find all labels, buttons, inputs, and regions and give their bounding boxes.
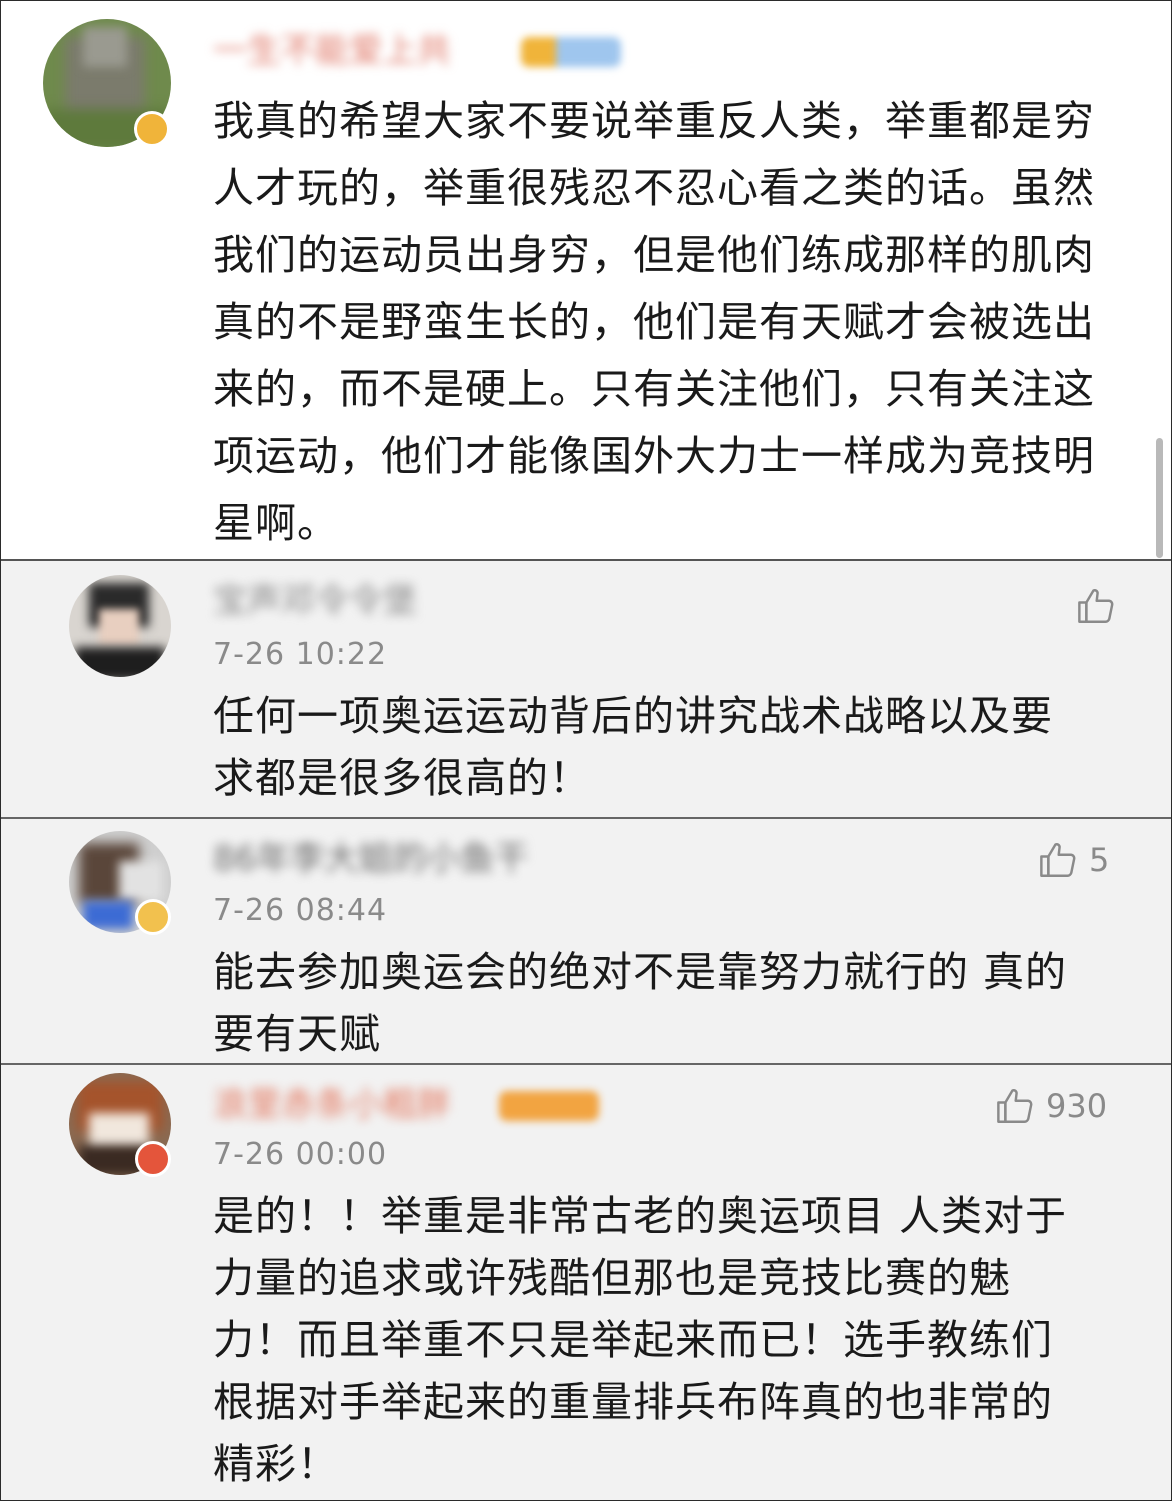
thumbs-up-icon (1078, 589, 1114, 623)
comment-item[interactable]: 浪里赤条小粗胖 7-26 00:00 930 是的！！举重是非常古老的奥运项目 … (1, 1065, 1171, 1500)
thumbs-up-icon (997, 1089, 1033, 1123)
username[interactable]: 一生不能爱上共 (213, 31, 451, 71)
comment-time: 7-26 08:44 (213, 893, 388, 928)
comment-text: 是的！！举重是非常古老的奥运项目 人类对于力量的追求或许残酷但那也是竞技比赛的魅… (213, 1192, 1068, 1488)
verified-badge-icon (135, 899, 171, 935)
comment-time: 7-26 10:22 (213, 637, 388, 672)
comment-time: 7-26 00:00 (213, 1137, 388, 1172)
like-button[interactable]: 930 (994, 1085, 1107, 1127)
username[interactable]: 浪里赤条小粗胖 (213, 1085, 451, 1125)
member-badge-icon (499, 1091, 599, 1121)
comment-text: 我真的希望大家不要说举重反人类，举重都是穷人才玩的，举重很残忍不忍心看之类的话。… (213, 97, 1095, 547)
comment-text: 任何一项奥运运动背后的讲究战术战略以及要求都是很多很高的！ (213, 692, 1053, 802)
comment-list: 一生不能爱上共 我真的希望大家不要说举重反人类，举重都是穷人才玩的，举重很残忍不… (0, 0, 1172, 1501)
comment-item[interactable]: 宝声邓令令堡 7-26 10:22 任何一项奥运运动背后的讲究战术战略以及要求都… (1, 561, 1171, 819)
comment-item[interactable]: 86年李大姐的小鱼干 7-26 08:44 5 能去参加奥运会的绝对不是靠努力就… (1, 819, 1171, 1065)
like-button[interactable]: 5 (1037, 839, 1109, 881)
scrollbar[interactable] (1156, 438, 1163, 558)
verified-badge-icon (135, 1141, 171, 1177)
username[interactable]: 宝声邓令令堡 (213, 581, 417, 621)
like-count: 5 (1089, 841, 1110, 879)
comment-text: 能去参加奥运会的绝对不是靠努力就行的 真的要有天赋 (213, 948, 1068, 1058)
member-badge-icon (521, 37, 621, 67)
thumbs-up-icon (1040, 843, 1076, 877)
avatar[interactable] (69, 575, 171, 677)
like-count: 930 (1046, 1087, 1108, 1125)
like-button[interactable] (1075, 585, 1127, 627)
username[interactable]: 86年李大姐的小鱼干 (213, 839, 528, 879)
comment-item[interactable]: 一生不能爱上共 我真的希望大家不要说举重反人类，举重都是穷人才玩的，举重很残忍不… (1, 1, 1171, 561)
verified-badge-icon (134, 111, 170, 147)
